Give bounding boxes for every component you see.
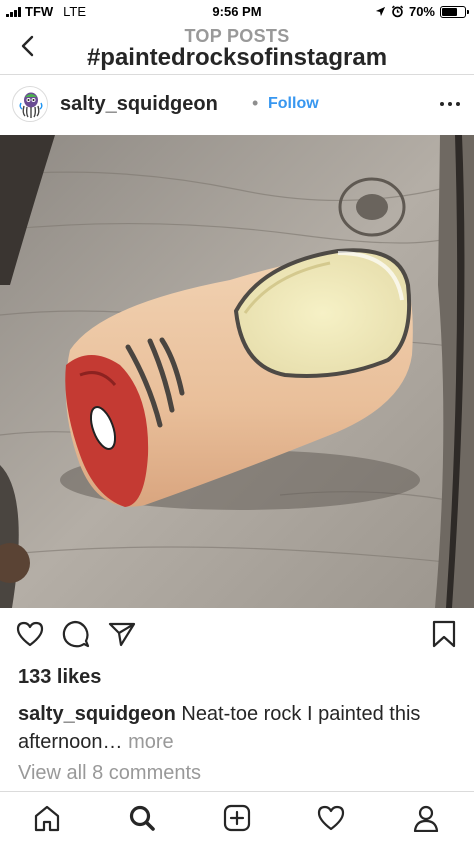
avatar[interactable] — [12, 86, 48, 122]
separator-dot: • — [252, 93, 259, 113]
add-post-icon — [223, 804, 251, 832]
alarm-icon — [391, 5, 404, 18]
caption-more-link[interactable]: more — [123, 731, 174, 753]
tab-add-post[interactable] — [221, 802, 253, 834]
likes-count[interactable]: 133 likes — [18, 666, 101, 689]
battery-percent: 70% — [408, 4, 435, 19]
post-username[interactable]: salty_squidgeon — [60, 93, 218, 116]
share-button[interactable] — [106, 618, 138, 650]
caption-username[interactable]: salty_squidgeon — [18, 703, 176, 725]
bottom-tab-bar — [0, 791, 474, 842]
location-icon — [375, 6, 386, 17]
tab-home[interactable] — [31, 802, 63, 834]
squid-avatar-icon — [14, 88, 47, 121]
home-icon — [34, 805, 60, 832]
search-icon — [129, 805, 155, 831]
tab-activity[interactable] — [315, 802, 347, 834]
battery-fill — [442, 7, 458, 16]
post-photo[interactable] — [0, 135, 474, 608]
post-actions — [0, 618, 474, 654]
more-dot — [448, 102, 452, 106]
view-comments-link[interactable]: View all 8 comments — [18, 762, 201, 785]
follow-button[interactable]: Follow — [268, 95, 319, 113]
page-header: TOP POSTS #paintedrocksofinstagram — [0, 24, 474, 72]
heart-icon — [16, 621, 44, 647]
post-caption: salty_squidgeon Neat-toe rock I painted … — [18, 700, 458, 756]
status-bar: TFW LTE 9:56 PM 70% — [0, 0, 474, 24]
tab-search[interactable] — [126, 802, 158, 834]
painted-toe-rock-photo — [0, 135, 474, 608]
save-button[interactable] — [428, 618, 460, 650]
more-dot — [456, 102, 460, 106]
bookmark-icon — [432, 620, 456, 648]
status-right: 70% — [375, 4, 469, 19]
battery-icon — [440, 5, 469, 18]
page-title: #paintedrocksofinstagram — [86, 44, 388, 71]
profile-icon — [413, 805, 439, 832]
heart-icon — [317, 805, 345, 831]
header-divider — [0, 74, 474, 75]
more-dots-icon — [440, 102, 444, 106]
paper-plane-icon — [108, 622, 136, 647]
post-header: salty_squidgeon • Follow — [0, 80, 474, 132]
tab-profile[interactable] — [410, 802, 442, 834]
more-options-button[interactable] — [440, 96, 460, 112]
like-button[interactable] — [14, 618, 46, 650]
comment-icon — [62, 620, 90, 648]
comment-button[interactable] — [60, 618, 92, 650]
